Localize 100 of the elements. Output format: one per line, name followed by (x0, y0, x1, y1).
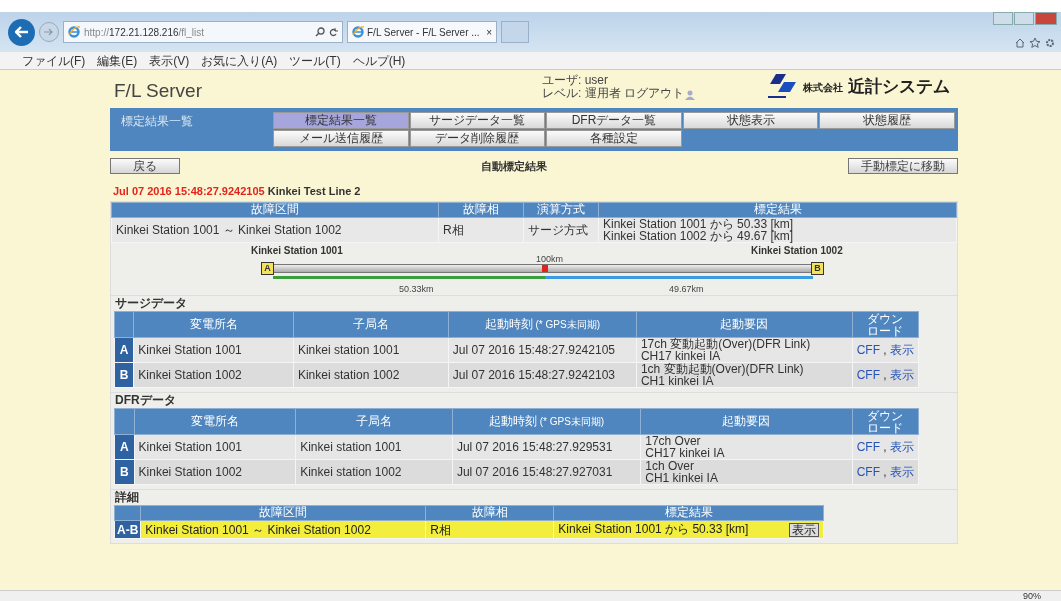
column-header (114, 311, 134, 338)
result-text: Kinkei Station 1001 から 50.33 [km] (558, 521, 749, 536)
column-header: 変電所名 (134, 408, 296, 435)
menu-item[interactable]: ヘルプ(H) (352, 51, 406, 70)
download-link[interactable]: 表示 (890, 440, 914, 454)
column-header: 故障相 (438, 202, 524, 218)
menu-item[interactable]: ツール(T) (289, 51, 341, 70)
nav-button[interactable]: データ削除履歴 (409, 130, 546, 147)
nav-button[interactable]: メール送信履歴 (273, 130, 409, 147)
nav-button[interactable]: 状態履歴 (819, 112, 955, 129)
download-link[interactable]: CFF (856, 440, 880, 454)
table-cell: Kinkei station 1002 (295, 459, 453, 485)
table-cell: Kinkei Station 1002 (133, 362, 294, 388)
menu-item[interactable]: お気に入り(A) (201, 51, 278, 70)
station-label: Kinkei Station 1002 (751, 244, 843, 258)
company-logo-icon (766, 74, 798, 100)
company-name: 近計システム (848, 76, 950, 99)
nav-button[interactable]: DFRデータ一覧 (546, 112, 682, 129)
column-header: ダウンロード (852, 408, 919, 435)
company-prefix: 株式会社 (803, 80, 843, 95)
download-link[interactable]: 表示 (890, 465, 914, 479)
column-header: 故障相 (425, 505, 554, 521)
settings-icon[interactable] (1045, 38, 1055, 48)
station-end-marker: B (811, 262, 824, 275)
download-link[interactable]: 表示 (890, 368, 914, 382)
manual-locate-button[interactable]: 手動標定に移動 (848, 158, 958, 175)
table-cell: Kinkei Station 1001 (134, 434, 296, 460)
search-icon[interactable] (315, 27, 325, 37)
table-cell: 1ch 変動起動(Over)(DFR Link) CH1 kinkei IA (636, 362, 853, 388)
column-header: 起動時刻 (* GPS未同期) (448, 311, 637, 338)
table-cell: Jul 07 2016 15:48:27.927031 (452, 459, 641, 485)
nav-button[interactable]: 状態表示 (682, 112, 819, 129)
table-cell: Jul 07 2016 15:48:27.9242103 (448, 362, 637, 388)
nav-button[interactable]: 各種設定 (546, 130, 682, 147)
column-header: 演算方式 (523, 202, 599, 218)
column-header: 故障区間 (140, 505, 426, 521)
event-title: Jul 07 2016 15:48:27.9242105 Kinkei Test Line 2 (113, 183, 362, 199)
column-header (114, 505, 141, 521)
distance-label: 49.67km (668, 283, 704, 296)
address-text: http://172.21.128.216/fl_list (84, 25, 206, 40)
table-cell: Jul 07 2016 15:48:27.929531 (452, 434, 641, 460)
column-header: 標定結果 (598, 202, 957, 218)
browser-logo-icon (352, 26, 364, 38)
section-title: DFRデータ (115, 394, 177, 407)
download-link[interactable]: CFF (856, 368, 880, 382)
star-icon[interactable] (1030, 38, 1040, 48)
table-cell: 17ch 変動起動(Over)(DFR Link) CH17 kinkei IA (636, 337, 853, 363)
column-header: 起動要因 (640, 408, 853, 435)
menu-item[interactable]: 表示(V) (149, 51, 190, 70)
table-cell: A (114, 434, 135, 460)
table-cell: Kinkei Station 1001 ～ Kinkei Station 1002 (111, 217, 439, 243)
column-header: ダウンロード (852, 311, 919, 338)
back-arrow-icon (14, 26, 29, 38)
back-button[interactable] (8, 18, 35, 46)
table-cell: 17ch Over CH17 kinkei IA (640, 434, 853, 460)
table-cell: Kinkei station 1002 (293, 362, 449, 388)
distance-label: 50.33km (398, 283, 434, 296)
table-cell: B (114, 362, 134, 388)
show-button[interactable]: 表示 (789, 522, 819, 537)
home-icon[interactable] (1015, 38, 1025, 48)
level-label: レベル: 運用者 (542, 86, 621, 100)
distance-label: 100km (536, 253, 563, 266)
app-title: F/L Server (114, 81, 202, 100)
browser-logo-icon (68, 26, 80, 38)
nav-button[interactable]: サージデータ一覧 (409, 112, 546, 129)
table-cell: Kinkei station 1001 (293, 337, 449, 363)
station-end-marker: A (261, 262, 274, 275)
tab-title: F/L Server - F/L Server ... (367, 25, 481, 40)
nav-button[interactable]: 標定結果一覧 (273, 112, 409, 129)
column-header (114, 408, 135, 435)
back-page-button[interactable]: 戻る (110, 158, 180, 175)
user-label: ユーザ: user (542, 74, 609, 87)
logout-link[interactable]: ログアウト (624, 86, 684, 100)
table-cell: 1ch Over CH1 kinkei IA (640, 459, 853, 485)
column-header: 起動要因 (636, 311, 853, 338)
column-header: 故障区間 (111, 202, 439, 218)
table-cell: Kinkei station 1001 (295, 434, 453, 460)
download-link[interactable]: CFF (856, 465, 880, 479)
section-title: 詳細 (115, 491, 140, 504)
column-header: 子局名 (293, 311, 449, 338)
user-icon (684, 90, 696, 100)
station-label: Kinkei Station 1001 (251, 244, 343, 258)
download-link[interactable]: 表示 (890, 343, 914, 357)
table-cell: B (114, 459, 135, 485)
browser-tab[interactable]: F/L Server - F/L Server ... × (347, 21, 497, 43)
address-bar[interactable]: http://172.21.128.216/fl_list (63, 21, 343, 43)
download-link[interactable]: CFF (856, 343, 880, 357)
tab-close-button[interactable]: × (486, 24, 492, 40)
table-cell: Kinkei Station 1002 (134, 459, 296, 485)
table-cell: Jul 07 2016 15:48:27.9242105 (448, 337, 637, 363)
column-header: 子局名 (295, 408, 453, 435)
menu-item[interactable]: 編集(E) (97, 51, 138, 70)
table-cell: R相 (438, 217, 524, 243)
nav-title: 標定結果一覧 (120, 113, 194, 130)
column-header: 標定結果 (553, 505, 824, 521)
zoom-level[interactable]: 90% (1023, 591, 1041, 601)
section-title: サージデータ (115, 297, 188, 310)
menu-item[interactable]: ファイル(F) (22, 51, 86, 70)
table-cell: A (114, 337, 134, 363)
refresh-icon[interactable] (329, 27, 338, 37)
